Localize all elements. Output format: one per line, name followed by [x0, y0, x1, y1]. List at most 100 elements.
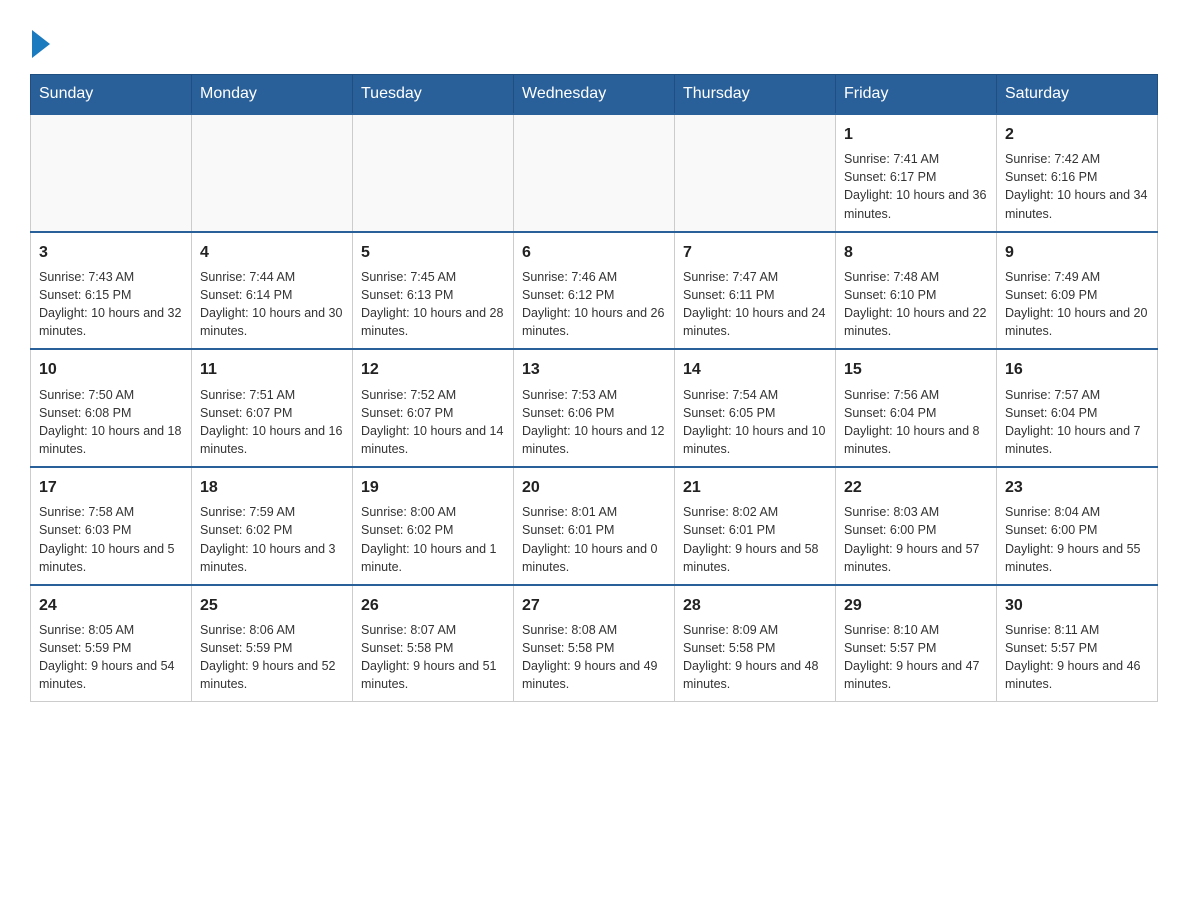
day-info: Sunrise: 7:57 AM Sunset: 6:04 PM Dayligh… — [1005, 386, 1149, 459]
day-number: 22 — [844, 476, 988, 499]
calendar-cell: 6 Sunrise: 7:46 AM Sunset: 6:12 PM Daylig… — [514, 232, 675, 350]
calendar-cell: 26 Sunrise: 8:07 AM Sunset: 5:58 PM Dayli… — [353, 585, 514, 702]
day-number: 28 — [683, 594, 827, 617]
calendar-cell: 17 Sunrise: 7:58 AM Sunset: 6:03 PM Dayli… — [31, 467, 192, 585]
weekday-header-monday: Monday — [192, 75, 353, 115]
day-info: Sunrise: 7:45 AM Sunset: 6:13 PM Dayligh… — [361, 268, 505, 341]
day-number: 16 — [1005, 358, 1149, 381]
day-info: Sunrise: 7:47 AM Sunset: 6:11 PM Dayligh… — [683, 268, 827, 341]
day-info: Sunrise: 8:10 AM Sunset: 5:57 PM Dayligh… — [844, 621, 988, 694]
day-number: 14 — [683, 358, 827, 381]
calendar-cell — [353, 114, 514, 232]
day-number: 15 — [844, 358, 988, 381]
weekday-header-sunday: Sunday — [31, 75, 192, 115]
day-info: Sunrise: 7:59 AM Sunset: 6:02 PM Dayligh… — [200, 503, 344, 576]
week-row-4: 17 Sunrise: 7:58 AM Sunset: 6:03 PM Dayli… — [31, 467, 1158, 585]
day-info: Sunrise: 7:44 AM Sunset: 6:14 PM Dayligh… — [200, 268, 344, 341]
calendar-cell: 27 Sunrise: 8:08 AM Sunset: 5:58 PM Dayli… — [514, 585, 675, 702]
calendar-cell: 10 Sunrise: 7:50 AM Sunset: 6:08 PM Dayli… — [31, 349, 192, 467]
day-number: 4 — [200, 241, 344, 264]
calendar-cell: 5 Sunrise: 7:45 AM Sunset: 6:13 PM Daylig… — [353, 232, 514, 350]
day-info: Sunrise: 7:43 AM Sunset: 6:15 PM Dayligh… — [39, 268, 183, 341]
day-info: Sunrise: 8:01 AM Sunset: 6:01 PM Dayligh… — [522, 503, 666, 576]
calendar-cell: 15 Sunrise: 7:56 AM Sunset: 6:04 PM Dayli… — [836, 349, 997, 467]
day-info: Sunrise: 7:42 AM Sunset: 6:16 PM Dayligh… — [1005, 150, 1149, 223]
day-info: Sunrise: 7:48 AM Sunset: 6:10 PM Dayligh… — [844, 268, 988, 341]
calendar-cell: 30Sunrise: 8:11 AM Sunset: 5:57 PM Dayli… — [997, 585, 1158, 702]
calendar-cell: 13Sunrise: 7:53 AM Sunset: 6:06 PM Dayli… — [514, 349, 675, 467]
day-info: Sunrise: 7:51 AM Sunset: 6:07 PM Dayligh… — [200, 386, 344, 459]
day-number: 8 — [844, 241, 988, 264]
day-number: 30 — [1005, 594, 1149, 617]
calendar-cell — [514, 114, 675, 232]
calendar-cell: 2 Sunrise: 7:42 AM Sunset: 6:16 PM Daylig… — [997, 114, 1158, 232]
day-number: 19 — [361, 476, 505, 499]
day-info: Sunrise: 8:09 AM Sunset: 5:58 PM Dayligh… — [683, 621, 827, 694]
weekday-header-wednesday: Wednesday — [514, 75, 675, 115]
calendar-cell: 12Sunrise: 7:52 AM Sunset: 6:07 PM Dayli… — [353, 349, 514, 467]
day-info: Sunrise: 7:56 AM Sunset: 6:04 PM Dayligh… — [844, 386, 988, 459]
day-number: 29 — [844, 594, 988, 617]
day-number: 17 — [39, 476, 183, 499]
day-number: 20 — [522, 476, 666, 499]
calendar-cell: 16 Sunrise: 7:57 AM Sunset: 6:04 PM Dayli… — [997, 349, 1158, 467]
day-number: 11 — [200, 358, 344, 381]
calendar-cell: 25Sunrise: 8:06 AM Sunset: 5:59 PM Dayli… — [192, 585, 353, 702]
day-info: Sunrise: 7:49 AM Sunset: 6:09 PM Dayligh… — [1005, 268, 1149, 341]
calendar-cell: 4 Sunrise: 7:44 AM Sunset: 6:14 PM Daylig… — [192, 232, 353, 350]
day-info: Sunrise: 8:05 AM Sunset: 5:59 PM Dayligh… — [39, 621, 183, 694]
day-number: 10 — [39, 358, 183, 381]
day-number: 26 — [361, 594, 505, 617]
calendar-cell — [675, 114, 836, 232]
day-info: Sunrise: 7:41 AM Sunset: 6:17 PM Dayligh… — [844, 150, 988, 223]
day-number: 12 — [361, 358, 505, 381]
calendar-cell: 18 Sunrise: 7:59 AM Sunset: 6:02 PM Dayli… — [192, 467, 353, 585]
day-number: 6 — [522, 241, 666, 264]
day-number: 5 — [361, 241, 505, 264]
logo-arrow-icon — [32, 30, 50, 58]
day-number: 23 — [1005, 476, 1149, 499]
calendar-cell: 3Sunrise: 7:43 AM Sunset: 6:15 PM Daylig… — [31, 232, 192, 350]
week-row-5: 24 Sunrise: 8:05 AM Sunset: 5:59 PM Dayli… — [31, 585, 1158, 702]
calendar-cell: 22 Sunrise: 8:03 AM Sunset: 6:00 PM Dayli… — [836, 467, 997, 585]
weekday-header-friday: Friday — [836, 75, 997, 115]
calendar-cell: 7Sunrise: 7:47 AM Sunset: 6:11 PM Daylig… — [675, 232, 836, 350]
day-info: Sunrise: 7:46 AM Sunset: 6:12 PM Dayligh… — [522, 268, 666, 341]
calendar-cell: 1 Sunrise: 7:41 AM Sunset: 6:17 PM Daylig… — [836, 114, 997, 232]
day-info: Sunrise: 7:50 AM Sunset: 6:08 PM Dayligh… — [39, 386, 183, 459]
day-info: Sunrise: 8:06 AM Sunset: 5:59 PM Dayligh… — [200, 621, 344, 694]
calendar-cell: 20 Sunrise: 8:01 AM Sunset: 6:01 PM Dayli… — [514, 467, 675, 585]
day-info: Sunrise: 7:58 AM Sunset: 6:03 PM Dayligh… — [39, 503, 183, 576]
calendar-table: SundayMondayTuesdayWednesdayThursdayFrid… — [30, 74, 1158, 702]
week-row-3: 10 Sunrise: 7:50 AM Sunset: 6:08 PM Dayli… — [31, 349, 1158, 467]
calendar-cell: 19 Sunrise: 8:00 AM Sunset: 6:02 PM Dayli… — [353, 467, 514, 585]
week-row-1: 1 Sunrise: 7:41 AM Sunset: 6:17 PM Daylig… — [31, 114, 1158, 232]
day-info: Sunrise: 8:03 AM Sunset: 6:00 PM Dayligh… — [844, 503, 988, 576]
calendar-cell: 14 Sunrise: 7:54 AM Sunset: 6:05 PM Dayli… — [675, 349, 836, 467]
calendar-cell — [192, 114, 353, 232]
day-info: Sunrise: 7:53 AM Sunset: 6:06 PM Dayligh… — [522, 386, 666, 459]
weekday-header-row: SundayMondayTuesdayWednesdayThursdayFrid… — [31, 75, 1158, 115]
day-info: Sunrise: 8:00 AM Sunset: 6:02 PM Dayligh… — [361, 503, 505, 576]
weekday-header-thursday: Thursday — [675, 75, 836, 115]
day-number: 18 — [200, 476, 344, 499]
day-info: Sunrise: 8:04 AM Sunset: 6:00 PM Dayligh… — [1005, 503, 1149, 576]
day-info: Sunrise: 8:08 AM Sunset: 5:58 PM Dayligh… — [522, 621, 666, 694]
calendar-cell: 8 Sunrise: 7:48 AM Sunset: 6:10 PM Daylig… — [836, 232, 997, 350]
calendar-cell: 28 Sunrise: 8:09 AM Sunset: 5:58 PM Dayli… — [675, 585, 836, 702]
calendar-cell: 29 Sunrise: 8:10 AM Sunset: 5:57 PM Dayli… — [836, 585, 997, 702]
day-info: Sunrise: 8:07 AM Sunset: 5:58 PM Dayligh… — [361, 621, 505, 694]
day-number: 24 — [39, 594, 183, 617]
calendar-cell — [31, 114, 192, 232]
day-info: Sunrise: 7:54 AM Sunset: 6:05 PM Dayligh… — [683, 386, 827, 459]
day-number: 1 — [844, 123, 988, 146]
weekday-header-saturday: Saturday — [997, 75, 1158, 115]
day-number: 2 — [1005, 123, 1149, 146]
calendar-cell: 11 Sunrise: 7:51 AM Sunset: 6:07 PM Dayli… — [192, 349, 353, 467]
day-number: 27 — [522, 594, 666, 617]
day-number: 21 — [683, 476, 827, 499]
calendar-cell: 23 Sunrise: 8:04 AM Sunset: 6:00 PM Dayli… — [997, 467, 1158, 585]
weekday-header-tuesday: Tuesday — [353, 75, 514, 115]
page-header — [30, 20, 1158, 54]
day-number: 9 — [1005, 241, 1149, 264]
